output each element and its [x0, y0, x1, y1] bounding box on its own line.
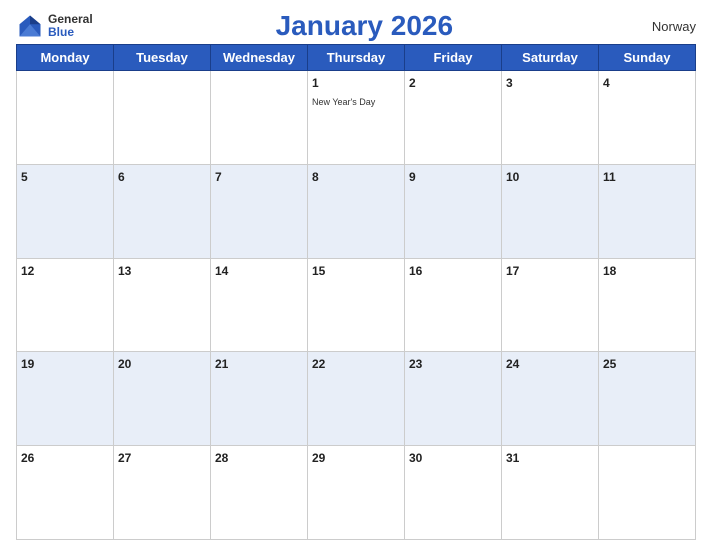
calendar-cell: 25 [599, 352, 696, 446]
weekday-header-friday: Friday [405, 45, 502, 71]
calendar-cell: 19 [17, 352, 114, 446]
calendar-cell: 22 [308, 352, 405, 446]
calendar-cell: 26 [17, 446, 114, 540]
day-number: 25 [603, 357, 616, 371]
day-number: 1 [312, 76, 319, 90]
calendar-cell: 11 [599, 164, 696, 258]
day-number: 2 [409, 76, 416, 90]
calendar-cell: 31 [502, 446, 599, 540]
calendar-cell [599, 446, 696, 540]
week-row-1: 1 New Year's Day 2 3 4 [17, 71, 696, 165]
day-number: 17 [506, 264, 519, 278]
day-number: 19 [21, 357, 34, 371]
calendar-cell: 14 [211, 258, 308, 352]
calendar-cell: 23 [405, 352, 502, 446]
calendar-cell: 5 [17, 164, 114, 258]
day-number: 12 [21, 264, 34, 278]
generalblue-logo-icon [16, 12, 44, 40]
calendar-cell: 6 [114, 164, 211, 258]
calendar-cell: 27 [114, 446, 211, 540]
calendar-cell: 1 New Year's Day [308, 71, 405, 165]
week-row-5: 26 27 28 29 30 31 [17, 446, 696, 540]
logo-text: General Blue [48, 13, 93, 39]
calendar-cell: 12 [17, 258, 114, 352]
calendar-cell: 2 [405, 71, 502, 165]
week-row-2: 5 6 7 8 9 10 11 [17, 164, 696, 258]
calendar-cell [114, 71, 211, 165]
calendar-cell: 15 [308, 258, 405, 352]
day-number: 9 [409, 170, 416, 184]
day-number: 15 [312, 264, 325, 278]
calendar-cell: 28 [211, 446, 308, 540]
logo: General Blue [16, 12, 93, 40]
day-number: 13 [118, 264, 131, 278]
calendar-cell: 8 [308, 164, 405, 258]
calendar-cell: 10 [502, 164, 599, 258]
country-label: Norway [636, 19, 696, 34]
day-number: 20 [118, 357, 131, 371]
calendar-cell: 16 [405, 258, 502, 352]
week-row-4: 19 20 21 22 23 24 25 [17, 352, 696, 446]
calendar-body: 1New Year's Day2345678910111213141516171… [17, 71, 696, 540]
day-number: 28 [215, 451, 228, 465]
day-number: 11 [603, 170, 616, 184]
day-number: 4 [603, 76, 610, 90]
week-row-3: 12 13 14 15 16 17 18 [17, 258, 696, 352]
calendar-cell: 17 [502, 258, 599, 352]
day-number: 8 [312, 170, 319, 184]
day-number: 14 [215, 264, 228, 278]
calendar-cell: 30 [405, 446, 502, 540]
day-number: 3 [506, 76, 513, 90]
logo-blue-text: Blue [48, 26, 93, 39]
weekday-header-thursday: Thursday [308, 45, 405, 71]
calendar-cell: 24 [502, 352, 599, 446]
calendar-cell: 3 [502, 71, 599, 165]
weekday-header-wednesday: Wednesday [211, 45, 308, 71]
weekday-header-saturday: Saturday [502, 45, 599, 71]
calendar-table: MondayTuesdayWednesdayThursdayFridaySatu… [16, 44, 696, 540]
day-number: 21 [215, 357, 228, 371]
day-number: 16 [409, 264, 422, 278]
month-title: January 2026 [93, 10, 636, 42]
day-number: 29 [312, 451, 325, 465]
calendar-cell: 13 [114, 258, 211, 352]
day-number: 22 [312, 357, 325, 371]
calendar-cell: 7 [211, 164, 308, 258]
weekday-header-monday: Monday [17, 45, 114, 71]
calendar-cell: 20 [114, 352, 211, 446]
day-number: 31 [506, 451, 519, 465]
top-bar: General Blue January 2026 Norway [16, 10, 696, 42]
calendar-cell [211, 71, 308, 165]
calendar-cell: 29 [308, 446, 405, 540]
day-number: 18 [603, 264, 616, 278]
day-number: 27 [118, 451, 131, 465]
day-number: 24 [506, 357, 519, 371]
day-number: 10 [506, 170, 519, 184]
holiday-label: New Year's Day [312, 97, 375, 107]
calendar-cell: 18 [599, 258, 696, 352]
weekday-header-row: MondayTuesdayWednesdayThursdayFridaySatu… [17, 45, 696, 71]
weekday-header-tuesday: Tuesday [114, 45, 211, 71]
day-number: 26 [21, 451, 34, 465]
day-number: 6 [118, 170, 125, 184]
day-number: 7 [215, 170, 222, 184]
day-number: 23 [409, 357, 422, 371]
day-number: 5 [21, 170, 28, 184]
weekday-header-sunday: Sunday [599, 45, 696, 71]
calendar-cell [17, 71, 114, 165]
calendar-cell: 4 [599, 71, 696, 165]
day-number: 30 [409, 451, 422, 465]
calendar-cell: 9 [405, 164, 502, 258]
calendar-cell: 21 [211, 352, 308, 446]
